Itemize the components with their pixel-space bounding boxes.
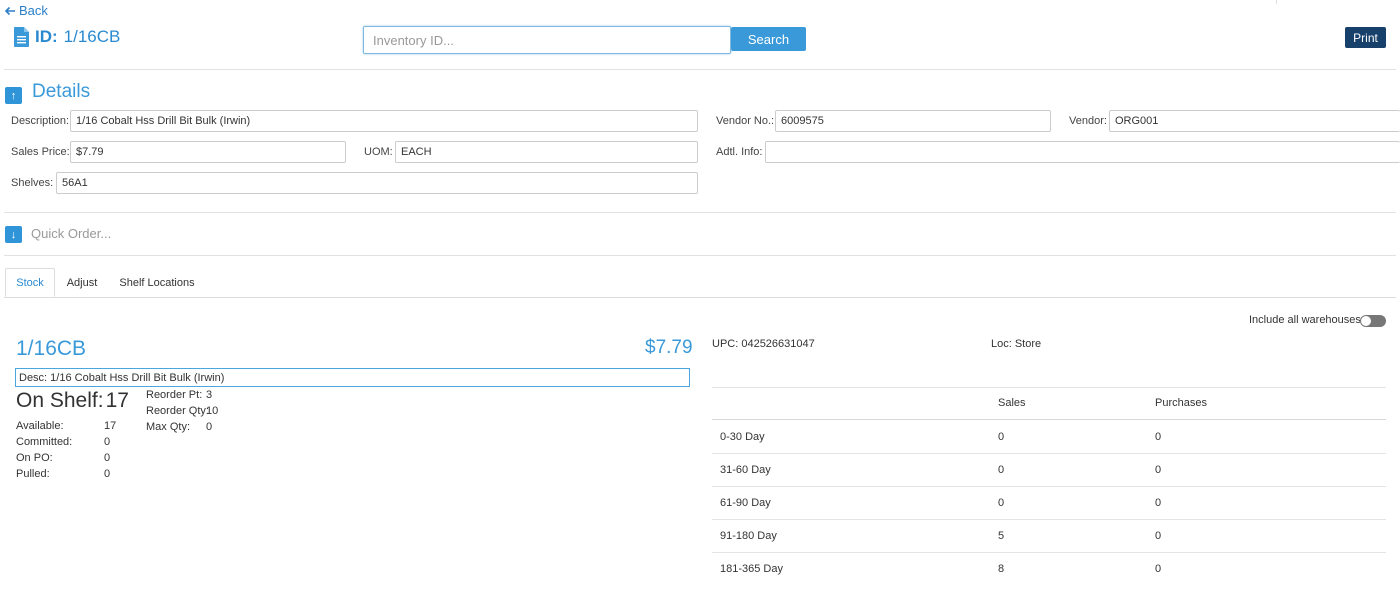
item-price: $7.79 <box>645 337 693 358</box>
document-icon <box>14 27 29 47</box>
history-row-period: 0-30 Day <box>720 431 765 443</box>
available-value: 17 <box>104 420 117 432</box>
pulled-value: 0 <box>104 468 111 480</box>
committed-label: Committed: <box>16 436 73 448</box>
history-header-purchases: Purchases <box>1155 397 1207 409</box>
quick-order-label[interactable]: Quick Order... <box>31 226 111 241</box>
vendor-no-field[interactable]: 6009575 <box>775 110 1051 132</box>
on-po-value: 0 <box>104 452 111 464</box>
available-label: Available: <box>16 420 64 432</box>
back-link[interactable]: Back <box>4 3 48 18</box>
back-label: Back <box>19 3 48 18</box>
reorder-qty-value: 10 <box>206 405 219 417</box>
search-button[interactable]: Search <box>731 27 806 51</box>
description-field[interactable]: 1/16 Cobalt Hss Drill Bit Bulk (Irwin) <box>70 110 698 132</box>
tab-adjust[interactable]: Adjust <box>58 268 106 297</box>
max-qty-label: Max Qty: <box>146 421 191 433</box>
history-row-purchases: 0 <box>1155 497 1162 509</box>
reorder-qty-label: Reorder Qty: <box>146 405 209 417</box>
history-header-sales: Sales <box>998 397 1026 409</box>
history-header-line <box>712 419 1386 420</box>
on-po-label: On PO: <box>16 452 53 464</box>
history-row-line <box>712 519 1386 520</box>
tab-stock[interactable]: Stock <box>5 268 55 297</box>
shelves-field[interactable]: 56A1 <box>56 172 698 194</box>
tabs-baseline <box>4 297 1396 298</box>
reorder-pt-value: 3 <box>206 389 213 401</box>
collapse-details-icon[interactable]: ↑ <box>5 87 22 104</box>
upc-text: UPC: 042526631047 <box>712 338 815 350</box>
print-button[interactable]: Print <box>1345 27 1386 48</box>
history-row-period: 181-365 Day <box>720 563 783 575</box>
expand-quick-order-icon[interactable]: ↓ <box>5 226 22 243</box>
adtl-info-field[interactable] <box>765 141 1400 163</box>
details-title: Details <box>32 81 91 102</box>
pulled-label: Pulled: <box>16 468 50 480</box>
committed-value: 0 <box>104 436 111 448</box>
item-id: 1/16CB <box>16 337 87 360</box>
quick-order-divider <box>4 255 1396 256</box>
history-row-line <box>712 453 1386 454</box>
header-divider <box>4 69 1396 70</box>
adtl-info-label: Adtl. Info: <box>716 146 763 158</box>
on-shelf: On Shelf: 17 <box>16 389 129 413</box>
include-all-warehouses-toggle[interactable] <box>1360 315 1386 327</box>
arrow-left-icon <box>4 6 15 15</box>
history-row-sales: 8 <box>998 563 1005 575</box>
history-row-period: 61-90 Day <box>720 497 771 509</box>
history-row-purchases: 0 <box>1155 530 1162 542</box>
vendor-no-label: Vendor No.: <box>716 115 775 127</box>
history-row-purchases: 0 <box>1155 464 1162 476</box>
uom-field[interactable]: EACH <box>395 141 698 163</box>
sales-price-label: Sales Price: <box>11 146 70 158</box>
history-row-period: 31-60 Day <box>720 464 771 476</box>
details-divider <box>4 212 1396 213</box>
id-value: 1/16CB <box>63 27 121 46</box>
sales-price-field[interactable]: $7.79 <box>70 141 346 163</box>
on-shelf-label: On Shelf: <box>16 389 104 412</box>
history-row-purchases: 0 <box>1155 563 1162 575</box>
on-shelf-value: 17 <box>105 389 129 412</box>
top-divider <box>1276 0 1277 4</box>
description-label: Description: <box>11 115 70 127</box>
history-row-sales: 0 <box>998 431 1005 443</box>
history-row-sales: 0 <box>998 464 1005 476</box>
location-text: Loc: Store <box>991 338 1042 350</box>
history-row-sales: 0 <box>998 497 1005 509</box>
history-row-sales: 5 <box>998 530 1005 542</box>
inventory-search-input[interactable] <box>363 26 731 54</box>
shelves-label: Shelves: <box>11 177 54 189</box>
max-qty-value: 0 <box>206 421 213 433</box>
tab-shelf-locations[interactable]: Shelf Locations <box>112 268 202 297</box>
reorder-pt-label: Reorder Pt: <box>146 389 203 401</box>
include-all-warehouses-label: Include all warehouses <box>1249 314 1361 326</box>
history-row-purchases: 0 <box>1155 431 1162 443</box>
vendor-field[interactable]: ORG001 <box>1109 110 1400 132</box>
id-prefix: ID: <box>35 27 58 46</box>
vendor-label: Vendor: <box>1069 115 1107 127</box>
history-top-line <box>712 387 1386 388</box>
page-title: ID: 1/16CB <box>14 27 120 47</box>
item-desc: Desc: 1/16 Cobalt Hss Drill Bit Bulk (Ir… <box>15 368 690 387</box>
uom-label: UOM: <box>364 146 393 158</box>
history-row-period: 91-180 Day <box>720 530 777 542</box>
history-row-line <box>712 486 1386 487</box>
history-row-line <box>712 552 1386 553</box>
